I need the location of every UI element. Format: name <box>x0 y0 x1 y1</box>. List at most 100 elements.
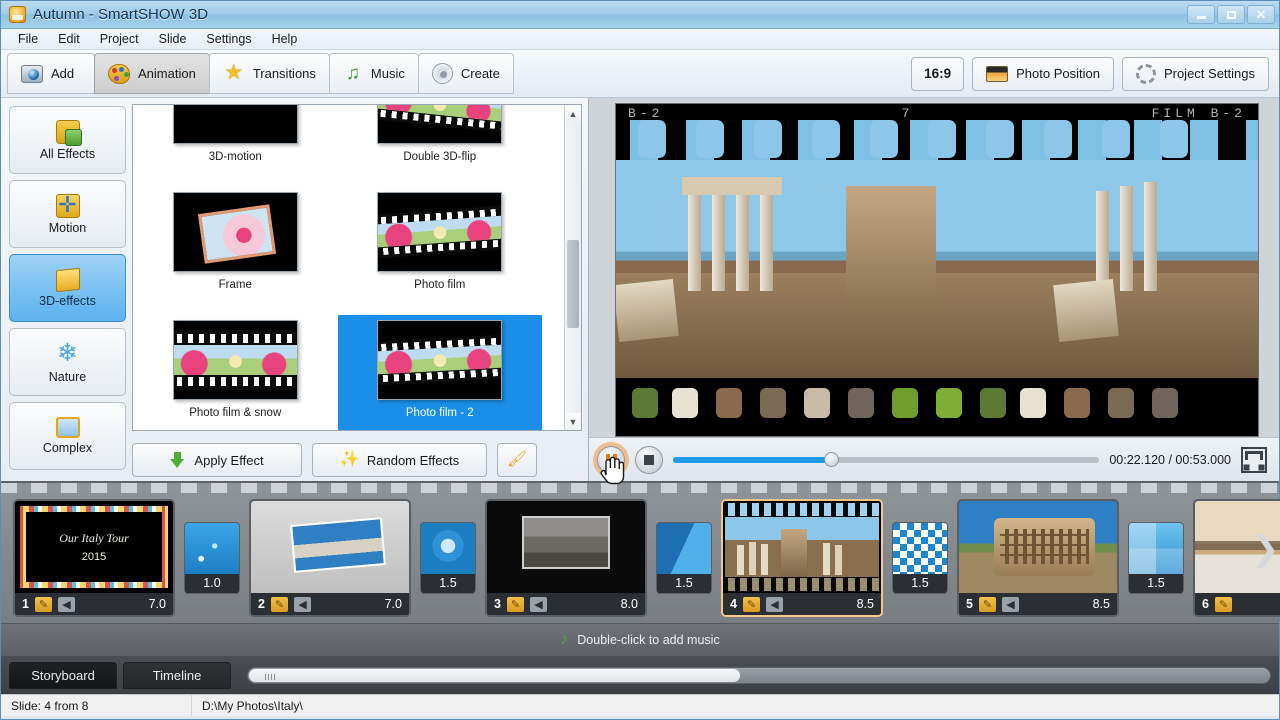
slide-item[interactable]: 2 ✎ ◀ 7.0 <box>249 499 411 617</box>
tab-transitions-label: Transitions <box>252 66 316 81</box>
film-label-right: FILM B-2 <box>1151 106 1246 121</box>
speaker-icon[interactable]: ◀ <box>765 596 783 612</box>
transition-item[interactable]: 1.0 <box>184 522 240 594</box>
tab-music[interactable]: ♫ Music <box>328 53 419 94</box>
category-3d-effects[interactable]: 3D-effects <box>9 254 126 322</box>
preview-panel: B-2 7 FILM B-2 00:22.120 / 00:53.000 <box>589 98 1279 481</box>
effect-item[interactable]: 3D-motion <box>133 105 338 187</box>
scroll-down-icon[interactable]: ▼ <box>564 413 581 430</box>
speaker-icon[interactable]: ◀ <box>1001 596 1019 612</box>
slide-number: 1 <box>22 597 29 611</box>
pencil-icon[interactable]: ✎ <box>270 596 288 612</box>
transition-thumbnail <box>657 523 711 574</box>
pencil-icon[interactable]: ✎ <box>1214 596 1232 612</box>
storyboard-horizontal-scrollbar[interactable] <box>247 666 1271 684</box>
slide-item-selected[interactable]: 4 ✎ ◀ 8.5 <box>721 499 883 617</box>
effect-item[interactable]: Frame <box>133 187 338 315</box>
slide-info-bar: 5 ✎ ◀ 8.5 <box>959 593 1117 615</box>
effect-label: Photo film - 2 <box>405 407 474 419</box>
slide-duration: 8.0 <box>620 597 638 611</box>
slide-duration: 7.0 <box>148 597 166 611</box>
tab-music-label: Music <box>370 66 405 81</box>
menu-item-help[interactable]: Help <box>263 30 307 48</box>
playback-slider-handle[interactable] <box>823 452 839 467</box>
effect-item-selected[interactable]: Photo film - 2 <box>337 315 542 430</box>
scrollbar-thumb[interactable] <box>249 668 740 682</box>
apply-effect-button[interactable]: Apply Effect <box>132 443 302 477</box>
film-perforation-strip <box>1 483 1279 493</box>
menu-item-edit[interactable]: Edit <box>49 30 89 48</box>
storyboard-panel: Our Italy Tour 2015 1 ✎ ◀ 7.0 1.0 <box>1 481 1280 656</box>
menu-item-file[interactable]: File <box>9 30 47 48</box>
random-effects-button[interactable]: ✨ Random Effects <box>312 443 487 477</box>
category-complex[interactable]: Complex <box>9 402 126 470</box>
scrollbar-thumb[interactable] <box>567 240 579 328</box>
fullscreen-icon[interactable] <box>1241 446 1267 473</box>
slide-item[interactable]: 5 ✎ ◀ 8.5 <box>957 499 1119 617</box>
slide-thumbnail <box>723 501 881 593</box>
effect-label: Double 3D-flip <box>403 151 477 163</box>
clear-effect-button[interactable]: 🖌 <box>497 443 537 477</box>
scroll-up-icon[interactable]: ▲ <box>564 105 581 122</box>
menu-item-slide[interactable]: Slide <box>150 30 196 48</box>
chevron-right-icon[interactable]: ❯ <box>1251 527 1280 573</box>
category-complex-label: Complex <box>42 441 93 455</box>
cube-icon <box>55 267 80 292</box>
transition-item[interactable]: 1.5 <box>892 522 948 594</box>
effect-item[interactable]: Double 3D-flip <box>338 105 543 187</box>
transition-thumbnail <box>421 523 475 574</box>
down-arrow-icon <box>170 451 185 469</box>
menu-bar: File Edit Project Slide Settings Help <box>1 29 1279 50</box>
preview-stage[interactable]: B-2 7 FILM B-2 <box>615 103 1259 437</box>
category-nature[interactable]: ❄ Nature <box>9 328 126 396</box>
tab-add[interactable]: Add <box>7 53 95 94</box>
transition-duration: 1.5 <box>911 576 929 590</box>
transition-item[interactable]: 1.5 <box>656 522 712 594</box>
pencil-icon[interactable]: ✎ <box>506 596 524 612</box>
film-label-left: B-2 <box>628 106 664 121</box>
transition-thumbnail <box>1129 523 1183 574</box>
category-motion[interactable]: Motion <box>9 180 126 248</box>
menu-item-project[interactable]: Project <box>91 30 148 48</box>
title-bar: Autumn - SmartSHOW 3D ✕ <box>1 1 1279 29</box>
tab-create[interactable]: Create <box>417 53 514 94</box>
slide-number: 2 <box>258 597 265 611</box>
close-button[interactable]: ✕ <box>1247 5 1275 24</box>
effects-scrollbar[interactable]: ▲ ▼ <box>564 105 581 430</box>
effect-item[interactable]: Photo film & snow <box>133 315 338 430</box>
photo-position-button[interactable]: Photo Position <box>972 56 1114 91</box>
effect-thumbnail <box>377 105 503 144</box>
speaker-icon[interactable]: ◀ <box>293 596 311 612</box>
playback-slider[interactable] <box>673 452 1100 467</box>
music-note-icon: ♪ <box>560 631 569 648</box>
transition-item[interactable]: 1.5 <box>420 522 476 594</box>
category-3d-effects-label: 3D-effects <box>39 293 96 308</box>
minimize-button[interactable] <box>1187 5 1215 24</box>
tab-transitions[interactable]: ★ Transitions <box>208 53 330 94</box>
aspect-ratio-button[interactable]: 16:9 <box>911 56 965 91</box>
music-track-row[interactable]: ♪ Double-click to add music <box>1 623 1279 656</box>
stop-button[interactable] <box>635 445 663 474</box>
slide-item[interactable]: Our Italy Tour 2015 1 ✎ ◀ 7.0 <box>13 499 175 617</box>
project-settings-button[interactable]: Project Settings <box>1121 56 1269 91</box>
pencil-icon[interactable]: ✎ <box>742 596 760 612</box>
tab-add-label: Add <box>51 66 75 81</box>
transition-item[interactable]: 1.5 <box>1128 522 1184 594</box>
tab-storyboard[interactable]: Storyboard <box>9 661 117 689</box>
scrollbar-track[interactable] <box>565 122 581 413</box>
tab-timeline[interactable]: Timeline <box>123 661 231 689</box>
tab-animation[interactable]: Animation <box>94 53 210 94</box>
pencil-icon[interactable]: ✎ <box>34 596 52 612</box>
slide-item[interactable]: 3 ✎ ◀ 8.0 <box>485 499 647 617</box>
pause-button[interactable] <box>597 445 625 474</box>
speaker-icon[interactable]: ◀ <box>529 596 547 612</box>
pencil-icon[interactable]: ✎ <box>978 596 996 612</box>
category-all-effects[interactable]: All Effects <box>9 106 126 174</box>
effect-item[interactable]: Photo film <box>338 187 543 315</box>
category-nature-label: Nature <box>48 369 87 384</box>
menu-item-settings[interactable]: Settings <box>197 30 260 48</box>
tab-create-label: Create <box>460 66 500 81</box>
maximize-button[interactable] <box>1217 5 1245 24</box>
apply-effect-label: Apply Effect <box>194 452 264 468</box>
speaker-icon[interactable]: ◀ <box>57 596 75 612</box>
